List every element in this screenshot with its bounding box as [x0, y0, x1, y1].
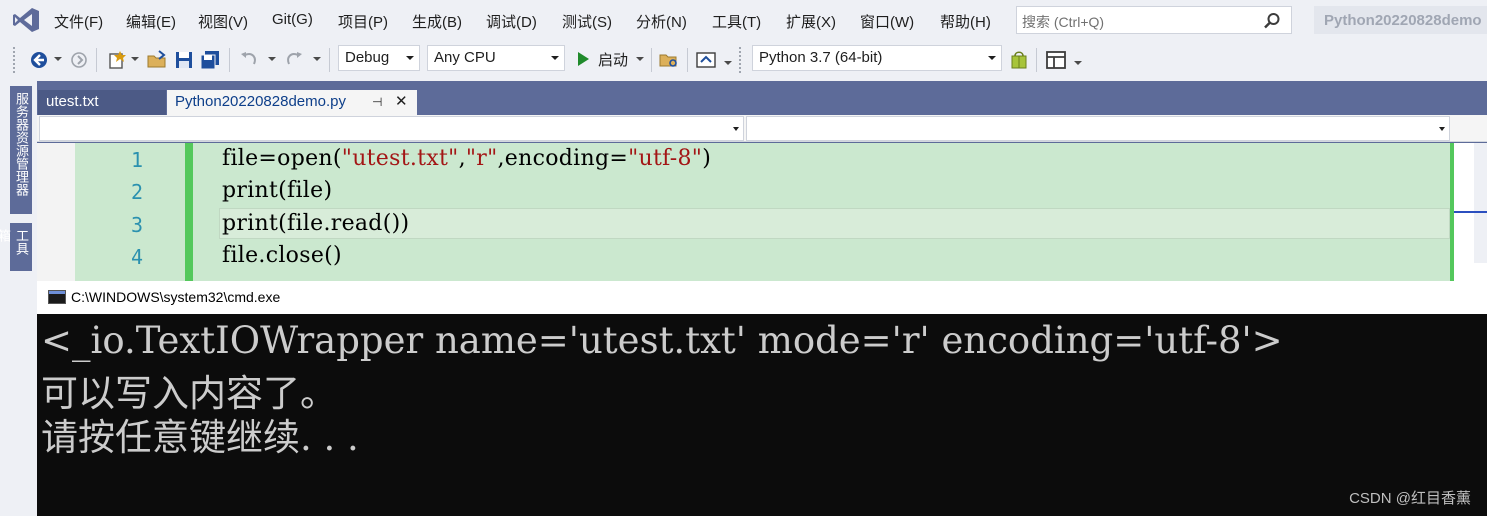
find-in-files-icon[interactable] [658, 49, 680, 71]
platform-select[interactable]: Any CPU [427, 45, 565, 71]
chevron-down-icon [733, 127, 739, 131]
close-icon[interactable]: ✕ [395, 92, 408, 110]
chevron-down-icon [406, 56, 414, 60]
cmd-icon [48, 290, 66, 304]
vertical-scrollbar-map[interactable] [1450, 143, 1487, 281]
python-environment-value: Python 3.7 (64-bit) [759, 49, 883, 66]
menu-view[interactable]: 视图(V) [198, 11, 248, 32]
toolbox-tab[interactable]: 工具箱 [0, 223, 32, 271]
code-editor[interactable]: 1 2 3 4 file=open("utest.txt","r",encodi… [37, 143, 1450, 281]
menu-project[interactable]: 项目(P) [338, 11, 388, 32]
code-token: ) [702, 146, 712, 171]
configuration-select[interactable]: Debug [338, 45, 420, 71]
editor-margin [37, 143, 75, 281]
side-tool-strip: 服务器资源管理器 工具箱 [0, 81, 37, 516]
save-icon[interactable] [173, 49, 195, 71]
member-dropdown[interactable] [746, 116, 1450, 141]
new-item-dropdown-icon[interactable] [131, 57, 139, 61]
code-token: print(file) [222, 178, 333, 203]
caret-marker [1454, 211, 1487, 213]
tab-label: Python20220828demo.py [175, 93, 346, 110]
line-number: 1 [130, 148, 143, 172]
server-explorer-tab[interactable]: 服务器资源管理器 [10, 86, 32, 214]
chevron-down-icon [551, 56, 559, 60]
environment-icon[interactable] [1008, 49, 1030, 71]
chevron-down-icon [1439, 127, 1445, 131]
string-literal: "utest.txt" [341, 146, 459, 171]
code-line[interactable]: print(file.read()) [222, 211, 409, 236]
layout-icon[interactable] [1045, 49, 1067, 71]
menu-edit[interactable]: 编辑(E) [126, 11, 176, 32]
toolbar-grip[interactable] [738, 46, 742, 74]
code-token: print(file.read()) [222, 211, 410, 236]
tab-python-file[interactable]: Python20220828demo.py ⊣ ✕ [167, 90, 417, 115]
console-title: C:\WINDOWS\system32\cmd.exe [71, 289, 281, 305]
menu-build[interactable]: 生成(B) [412, 11, 462, 32]
menu-analyze[interactable]: 分析(N) [636, 11, 687, 32]
new-item-icon[interactable] [106, 49, 128, 71]
line-number: 2 [130, 180, 143, 204]
scrollbar-thumb[interactable] [1474, 143, 1487, 263]
change-tracking-bar [185, 143, 193, 281]
console-titlebar[interactable]: C:\WINDOWS\system32\cmd.exe [37, 281, 1487, 314]
string-literal: "r" [465, 146, 498, 171]
string-literal: "utf-8" [628, 146, 703, 171]
code-line[interactable]: file.close() [222, 243, 342, 268]
save-all-icon[interactable] [199, 49, 221, 71]
code-line[interactable]: file=open("utest.txt","r",encoding="utf-… [222, 146, 711, 171]
python-environment-select[interactable]: Python 3.7 (64-bit) [752, 45, 1002, 71]
standard-toolbar: Debug Any CPU 启动 Python 3.7 (64-bit) [0, 40, 1487, 81]
search-box[interactable]: 搜索 (Ctrl+Q) [1016, 6, 1292, 34]
layout-dropdown-icon[interactable] [1074, 61, 1082, 65]
tab-label: utest.txt [46, 93, 99, 110]
console-window[interactable]: C:\WINDOWS\system32\cmd.exe <_io.TextIOW… [37, 281, 1487, 516]
solution-title: Python20220828demo [1314, 6, 1487, 34]
search-input[interactable]: 搜索 (Ctrl+Q) [1022, 12, 1104, 32]
document-well: utest.txt Python20220828demo.py ⊣ ✕ 1 2 … [37, 81, 1487, 281]
redo-dropdown-icon[interactable] [313, 57, 321, 61]
scope-dropdown[interactable] [39, 116, 744, 141]
browser-icon[interactable] [695, 49, 717, 71]
menu-tools[interactable]: 工具(T) [712, 11, 761, 32]
tab-utest-txt[interactable]: utest.txt [38, 90, 166, 115]
forward-icon[interactable] [68, 49, 90, 71]
code-token: , [458, 146, 466, 171]
search-icon[interactable] [1263, 12, 1281, 30]
line-number: 4 [130, 245, 143, 269]
menu-debug[interactable]: 调试(D) [486, 11, 537, 32]
code-token: file=open( [222, 146, 342, 171]
chevron-down-icon [636, 57, 644, 61]
watermark: CSDN @红目香薰 [1349, 490, 1471, 507]
start-button[interactable]: 启动 [574, 46, 644, 74]
chevron-down-icon [988, 56, 996, 60]
console-output-line: 请按任意键继续. . . [41, 416, 359, 459]
code-line[interactable]: print(file) [222, 178, 332, 203]
menu-test[interactable]: 测试(S) [562, 11, 612, 32]
menu-bar: 文件(F) 编辑(E) 视图(V) Git(G) 项目(P) 生成(B) 调试(… [0, 0, 1487, 40]
console-output-line: <_io.TextIOWrapper name='utest.txt' mode… [41, 319, 1283, 362]
start-icon [578, 52, 589, 66]
line-number: 3 [130, 213, 143, 237]
undo-icon[interactable] [238, 49, 260, 71]
menu-file[interactable]: 文件(F) [54, 11, 103, 32]
menu-extensions[interactable]: 扩展(X) [786, 11, 836, 32]
back-icon[interactable] [28, 49, 50, 71]
browser-dropdown-icon[interactable] [724, 61, 732, 65]
code-token: ,encoding= [497, 146, 629, 171]
vs-logo-icon[interactable] [12, 7, 40, 33]
navigation-bar [37, 115, 1487, 142]
toolbar-grip[interactable] [12, 46, 16, 74]
configuration-value: Debug [345, 49, 390, 66]
menu-window[interactable]: 窗口(W) [860, 11, 914, 32]
menu-help[interactable]: 帮助(H) [940, 11, 991, 32]
start-label: 启动 [598, 52, 629, 69]
undo-dropdown-icon[interactable] [268, 57, 276, 61]
pin-icon[interactable]: ⊣ [372, 95, 382, 109]
open-folder-icon[interactable] [146, 49, 168, 71]
menu-git[interactable]: Git(G) [272, 11, 313, 28]
redo-icon[interactable] [283, 49, 305, 71]
code-token: file.close() [222, 243, 342, 268]
back-dropdown-icon[interactable] [54, 57, 62, 61]
platform-value: Any CPU [434, 49, 496, 66]
